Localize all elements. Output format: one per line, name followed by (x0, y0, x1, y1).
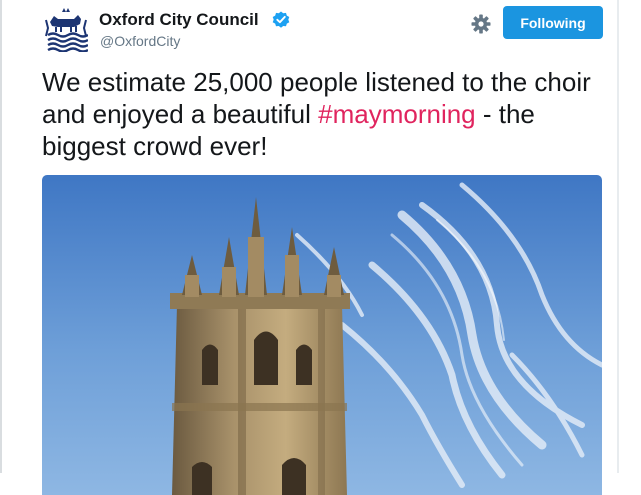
hashtag-link[interactable]: #maymorning (318, 99, 476, 129)
account-name[interactable]: Oxford City Council (99, 10, 259, 30)
gear-icon[interactable] (470, 13, 492, 35)
right-border (617, 0, 619, 473)
tweet-photo[interactable] (42, 175, 602, 495)
tweet-text: We estimate 25,000 people listened to th… (42, 66, 602, 162)
verified-badge-icon (272, 11, 290, 29)
left-border (0, 0, 2, 473)
account-handle[interactable]: @OxfordCity (100, 33, 180, 49)
following-button[interactable]: Following (503, 6, 603, 39)
oxford-crest-icon[interactable] (44, 8, 89, 53)
